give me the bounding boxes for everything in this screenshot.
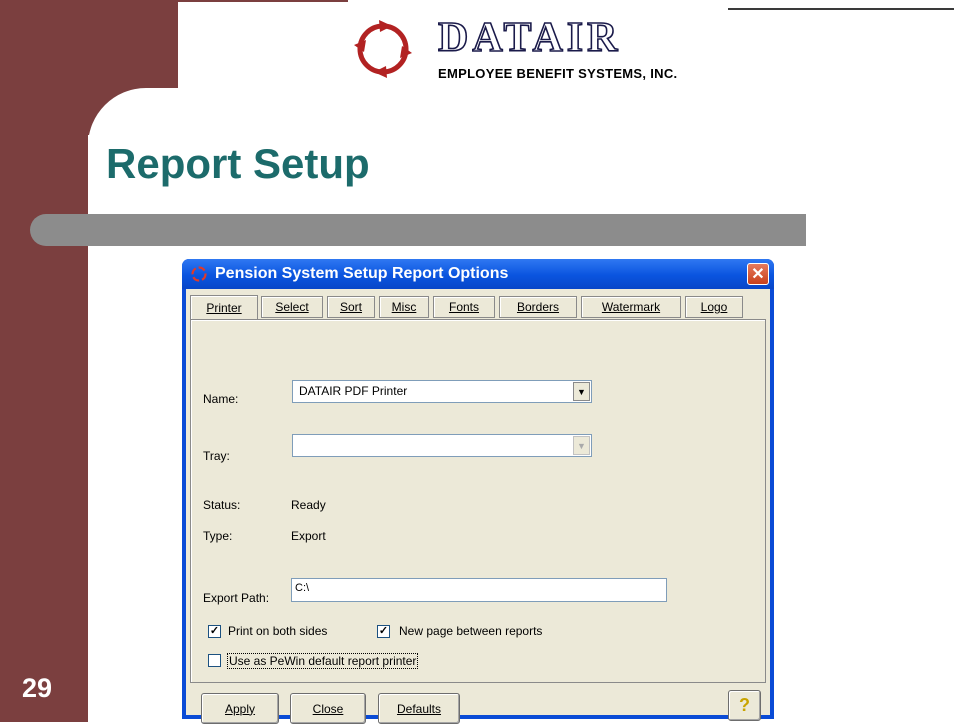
tab-logo[interactable]: Logo — [685, 296, 743, 318]
name-label: Name: — [203, 392, 239, 406]
datair-logo-icon — [354, 20, 412, 78]
tab-borders[interactable]: Borders — [499, 296, 577, 318]
default-report-printer-label[interactable]: Use as PeWin default report printer — [227, 653, 419, 669]
export-path-input[interactable]: C:\ — [291, 578, 667, 602]
help-icon[interactable]: ? — [728, 690, 761, 721]
status-value: Ready — [291, 498, 326, 512]
print-both-sides-label[interactable]: Print on both sides — [228, 624, 327, 638]
defaults-button[interactable]: Defaults — [378, 693, 460, 724]
close-window-button[interactable]: ✕ — [747, 263, 769, 285]
type-value: Export — [291, 529, 326, 543]
dialog-titlebar[interactable]: Pension System Setup Report Options ✕ — [182, 259, 774, 289]
new-page-between-reports-checkbox[interactable]: ✓ — [377, 625, 390, 638]
close-button[interactable]: Close — [290, 693, 366, 724]
type-label: Type: — [203, 529, 233, 543]
tab-watermark[interactable]: Watermark — [581, 296, 681, 318]
svg-text:DATAIR: DATAIR — [438, 17, 621, 57]
slide-left-bar — [0, 0, 88, 722]
printer-name-dropdown[interactable]: DATAIR PDF Printer ▼ — [292, 380, 592, 403]
apply-button[interactable]: Apply — [201, 693, 279, 724]
company-tagline: EMPLOYEE BENEFIT SYSTEMS, INC. — [438, 66, 678, 81]
tray-label: Tray: — [203, 449, 230, 463]
tab-misc[interactable]: Misc — [379, 296, 429, 318]
tray-dropdown[interactable]: ▼ — [292, 434, 592, 457]
tab-fonts[interactable]: Fonts — [433, 296, 495, 318]
new-page-between-reports-label[interactable]: New page between reports — [399, 624, 542, 638]
slide-number: 29 — [22, 673, 53, 703]
slide-corner-decoration — [88, 0, 178, 178]
export-path-value: C:\ — [295, 582, 310, 594]
printer-tab-panel: Name: DATAIR PDF Printer ▼ Tray: ▼ Statu… — [190, 319, 766, 683]
report-options-dialog: Pension System Setup Report Options ✕ Pr… — [182, 259, 774, 724]
dropdown-arrow-icon[interactable]: ▼ — [573, 382, 590, 401]
status-label: Status: — [203, 498, 241, 512]
print-both-sides-checkbox[interactable]: ✓ — [208, 625, 221, 638]
tab-select[interactable]: Select — [261, 296, 323, 318]
printer-name-value: DATAIR PDF Printer — [299, 384, 408, 398]
slide-top-line-right — [728, 8, 954, 10]
app-icon — [191, 266, 207, 282]
slide-top-line — [88, 0, 348, 2]
export-path-label: Export Path: — [203, 591, 270, 605]
dialog-client-area: Printer Select Sort Misc Fonts Borders W… — [186, 289, 770, 724]
tab-printer[interactable]: Printer — [190, 295, 258, 319]
default-report-printer-checkbox[interactable] — [208, 654, 221, 667]
dialog-title: Pension System Setup Report Options — [215, 265, 509, 282]
slide-divider-bar — [30, 214, 806, 246]
slide-title: Report Setup — [106, 140, 370, 187]
datair-wordmark: DATAIR — [438, 17, 621, 57]
tab-sort[interactable]: Sort — [327, 296, 375, 318]
dropdown-arrow-icon[interactable]: ▼ — [573, 436, 590, 455]
